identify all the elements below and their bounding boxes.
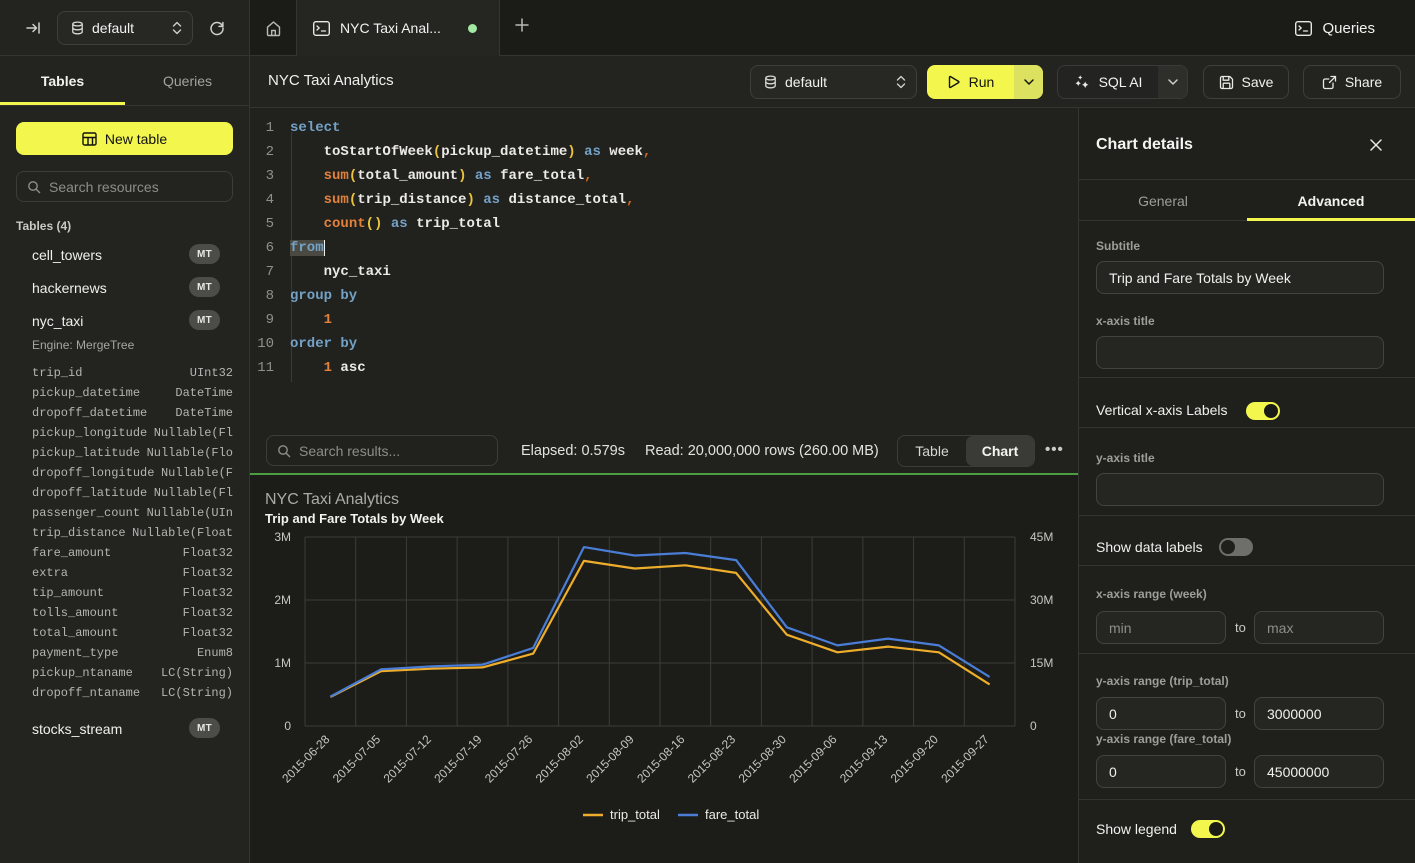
svg-text:2015-07-19: 2015-07-19 — [431, 732, 485, 786]
svg-text:45M: 45M — [1030, 530, 1053, 544]
svg-text:2015-08-02: 2015-08-02 — [533, 732, 587, 786]
svg-text:trip_total: trip_total — [610, 807, 660, 822]
svg-text:2015-06-28: 2015-06-28 — [279, 732, 333, 786]
svg-text:0: 0 — [284, 719, 291, 733]
svg-text:2015-07-05: 2015-07-05 — [330, 732, 384, 786]
svg-text:2015-07-26: 2015-07-26 — [482, 732, 536, 786]
svg-text:2015-08-09: 2015-08-09 — [583, 732, 637, 786]
svg-text:2015-09-27: 2015-09-27 — [938, 732, 992, 786]
svg-text:2015-09-13: 2015-09-13 — [837, 732, 891, 786]
svg-text:30M: 30M — [1030, 593, 1053, 607]
svg-text:2015-09-20: 2015-09-20 — [888, 732, 942, 786]
svg-text:fare_total: fare_total — [705, 807, 759, 822]
svg-text:0: 0 — [1030, 719, 1037, 733]
svg-text:3M: 3M — [274, 530, 291, 544]
svg-text:2M: 2M — [274, 593, 291, 607]
svg-text:2015-08-16: 2015-08-16 — [634, 732, 688, 786]
svg-text:1M: 1M — [274, 656, 291, 670]
svg-text:2015-09-06: 2015-09-06 — [786, 732, 840, 786]
svg-text:15M: 15M — [1030, 656, 1053, 670]
svg-text:2015-08-23: 2015-08-23 — [685, 732, 739, 786]
svg-text:2015-07-12: 2015-07-12 — [381, 732, 435, 786]
svg-text:2015-08-30: 2015-08-30 — [736, 732, 790, 786]
